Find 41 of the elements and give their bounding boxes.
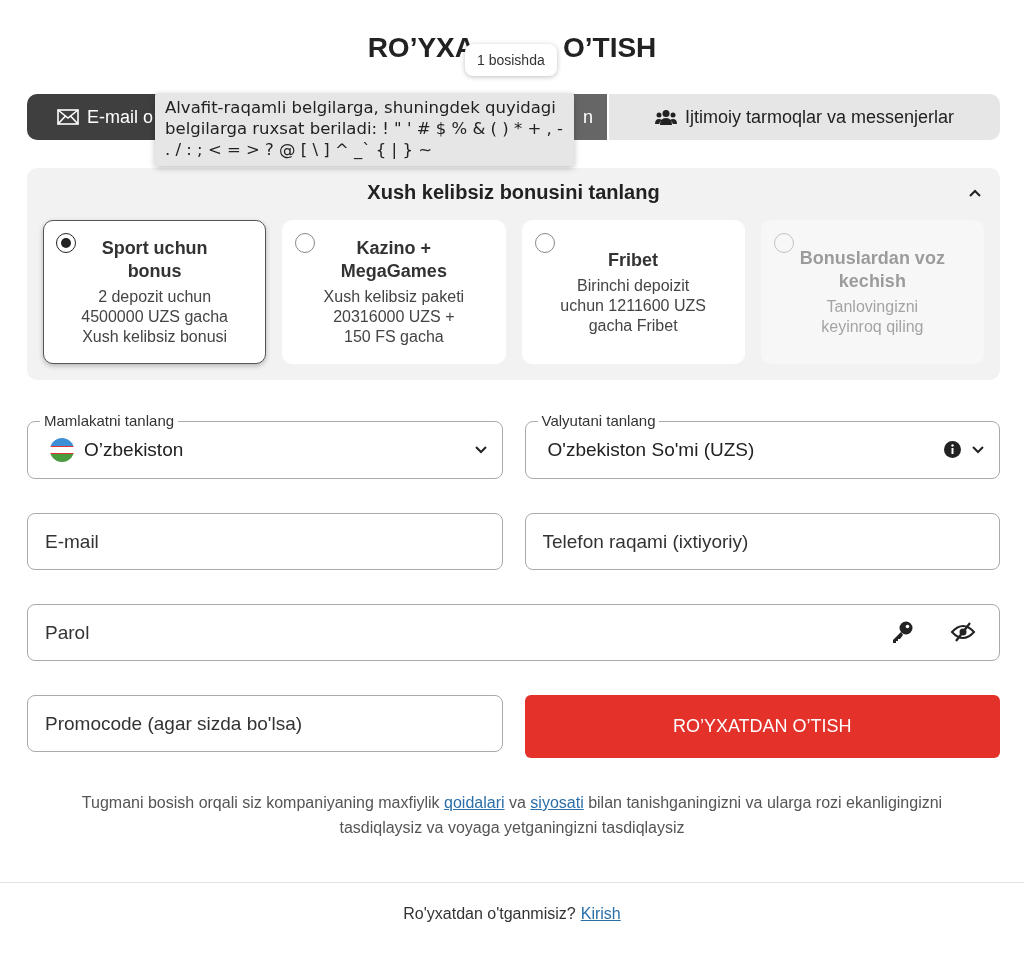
users-icon <box>654 109 677 125</box>
section-heading: Xush kelibsiz bonusini tanlang <box>367 180 660 204</box>
login-prompt: Ro'yxatdan o'tganmisiz? <box>403 905 576 923</box>
page-title: O’TISH <box>563 31 657 65</box>
currency-select[interactable]: Valyutani tanlang O'zbekiston So'mi (UZS) <box>524 413 1000 479</box>
login-link[interactable]: Kirish <box>580 905 621 923</box>
bonus-card[interactable]: Kazino + MegaGames Xush kelibsiz paketi 20316000 UZS + 150 FS gacha <box>282 220 506 364</box>
register-button[interactable]: RO’YXATDAN O’TISH <box>524 695 1000 758</box>
select-value: O'zbekiston So'mi (UZS) <box>547 438 756 461</box>
radio-button[interactable] <box>56 233 76 253</box>
bonus-title: Sport uchun bonus <box>100 237 209 283</box>
key-icon[interactable] <box>890 620 914 644</box>
country-select[interactable]: Mamlakatni tanlang O’zbekiston <box>27 413 503 479</box>
promocode-field[interactable]: Promocode (agar sizda bo'lsa) <box>27 695 503 752</box>
select-value: O’zbekiston <box>84 438 185 461</box>
policy-link[interactable]: siyosati <box>530 794 584 811</box>
bonus-title: Fribet <box>608 248 659 272</box>
consent-text: Tugmani bosish orqali siz kompaniyaning maxfiylik qoidalari va siyosati bilan tanishganingizni va ularga rozi ekanligingizni tasdiqlaysiz va voyaga yetganingizni tasdiqlaysiz <box>80 793 944 838</box>
bonus-title: Kazino + MegaGames <box>339 237 448 283</box>
flag-icon <box>50 437 74 462</box>
bonus-description: Tanlovingizni keyinroq qiling <box>820 297 925 337</box>
bonus-description: Xush kelibsiz paketi 20316000 UZS + 150 FS gacha <box>322 287 466 347</box>
info-icon <box>944 441 961 458</box>
tab[interactable]: Ijtimoiy tarmoqlar va messenjerlar <box>609 94 1000 140</box>
password-field[interactable]: Parol <box>27 604 1000 661</box>
bonus-card[interactable]: Sport uchun bonus 2 depozit uchun 4500000 UZS gacha Xush kelibsiz bonusi <box>43 220 267 364</box>
radio-button[interactable] <box>534 233 555 253</box>
policy-link[interactable]: qoidalari <box>444 794 505 811</box>
phone-field[interactable]: Telefon raqami (ixtiyoriy) <box>524 513 1000 570</box>
eye-slash-icon[interactable] <box>950 622 976 642</box>
tooltip: Alvafit-raqamli belgilarga, shuningdek quyidagi belgilarga ruxsat beriladi: ! " ' # $ % & ( ) * + , - . / : ; < = > ? @ [ \ ] ^ _` { | } ~ <box>155 93 574 166</box>
bonus-card[interactable]: Fribet Birinchi depoizit uchun 1211600 UZS gacha Fribet <box>521 220 745 364</box>
chevron-down-icon <box>971 444 985 455</box>
radio-button[interactable] <box>295 233 316 253</box>
envelope-icon <box>57 109 79 125</box>
bonus-description: Birinchi depoizit uchun 1211600 UZS gacha Fribet <box>559 275 707 336</box>
chevron-down-icon <box>473 444 488 455</box>
email-field[interactable]: E-mail <box>27 513 503 570</box>
chevron-icon <box>968 188 982 198</box>
bonus-title: Bonuslardan voz kechish <box>798 247 946 293</box>
bonus-description: 2 depozit uchun 4500000 UZS gacha Xush kelibsiz bonusi <box>80 287 229 347</box>
